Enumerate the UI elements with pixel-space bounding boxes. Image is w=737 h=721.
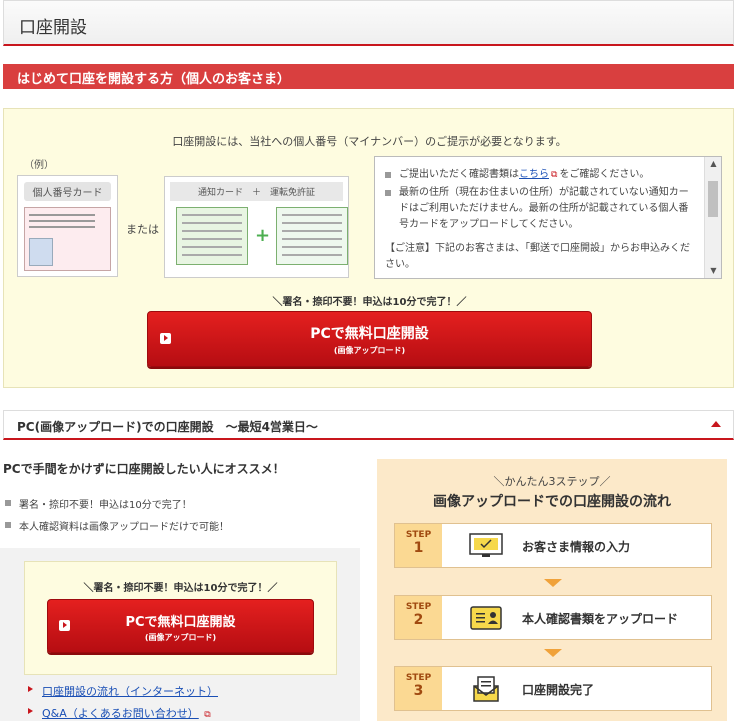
- step-badge: STEP 1: [395, 524, 442, 567]
- feature-list: 署名・捺印不要！申込は10分で完了！ 本人確認資料は画像アップロードだけで可能！: [5, 496, 229, 540]
- steps-panel: ＼かんたん3ステップ／ 画像アップロードでの口座開設の流れ STEP 1 お客さま…: [377, 459, 727, 721]
- popup-window-icon: ⧉: [204, 710, 211, 720]
- related-links: 口座開設の流れ（インターネット） Q&A（よくあるお問い合わせ） ⧉: [28, 683, 218, 721]
- square-bullet-icon: [5, 500, 11, 506]
- card2-title: 通知カード ＋ 運転免許証: [170, 182, 343, 201]
- plus-icon: +: [255, 225, 271, 246]
- or-text: または: [126, 223, 159, 236]
- cta-inner: ＼署名・捺印不要！申込は10分で完了！／ PCで無料口座開設 (画像アップロード…: [24, 561, 337, 675]
- info-scrollbar[interactable]: ▲ ▼: [704, 157, 721, 278]
- arrow-right-icon: [28, 686, 33, 692]
- documents-link[interactable]: こちら: [519, 169, 549, 180]
- steps-title: 画像アップロードでの口座開設の流れ: [433, 494, 671, 510]
- mynumber-card-image: 個人番号カード: [17, 175, 118, 277]
- page-title: 口座開設: [3, 0, 734, 46]
- scroll-down-icon[interactable]: ▼: [705, 264, 721, 278]
- list-item: 口座開設の流れ（インターネット）: [28, 683, 218, 699]
- pc-account-open-button[interactable]: PCで無料口座開設 (画像アップロード): [147, 311, 592, 367]
- step-arrow-icon: [544, 649, 562, 657]
- recommend-text: PCで手間をかけずに口座開設したい人にオススメ！: [3, 462, 285, 476]
- steps-tag: ＼かんたん3ステップ／: [493, 475, 611, 488]
- step-badge: STEP 2: [395, 596, 442, 639]
- square-bullet-icon: [5, 522, 11, 528]
- play-icon: [59, 620, 70, 631]
- cta-tagline: ＼署名・捺印不要！申込は10分で完了！／: [272, 297, 467, 308]
- flow-link[interactable]: 口座開設の流れ（インターネット）: [42, 685, 218, 698]
- section-heading: はじめて口座を開設する方（個人のお客さま）: [3, 64, 734, 89]
- list-item: 本人確認資料は画像アップロードだけで可能！: [5, 518, 229, 533]
- step-arrow-icon: [544, 579, 562, 587]
- step-2: STEP 2 本人確認書類をアップロード: [394, 595, 712, 640]
- envelope-document-icon: [473, 676, 499, 702]
- step-3: STEP 3 口座開設完了: [394, 666, 712, 711]
- id-card-icon: [470, 606, 502, 630]
- portrait-icon: [29, 238, 53, 266]
- notice-card-license-image: 通知カード ＋ 運転免許証 +: [164, 176, 349, 278]
- monitor-check-icon: [469, 533, 503, 557]
- intro-panel: 口座開設には、当社への個人番号（マイナンバー）のご提示が必要となります。 （例）…: [3, 108, 734, 388]
- square-bullet-icon: [385, 172, 391, 178]
- document-info-box[interactable]: ご提出いただく確認書類はこちら ⧉ をご確認ください。 最新の住所（現在お住まいの住…: [374, 156, 722, 279]
- scroll-thumb[interactable]: [708, 181, 718, 217]
- driver-license-illustration: [276, 207, 348, 265]
- cta-tagline: ＼署名・捺印不要！申込は10分で完了！／: [83, 583, 278, 594]
- play-icon: [160, 333, 171, 344]
- info-item-address: 最新の住所（現在お住まいの住所）が記載されていない通知カードはご利用いただけませ…: [385, 185, 695, 233]
- card1-title: 個人番号カード: [24, 182, 111, 201]
- scroll-up-icon[interactable]: ▲: [705, 157, 721, 171]
- notice-card-illustration: [176, 207, 248, 265]
- mynumber-notice: 口座開設には、当社への個人番号（マイナンバー）のご提示が必要となります。: [172, 135, 567, 148]
- collapse-triangle-icon[interactable]: [711, 421, 721, 427]
- list-item: Q&A（よくあるお問い合わせ） ⧉: [28, 705, 218, 721]
- info-item-documents: ご提出いただく確認書類はこちら ⧉ をご確認ください。: [385, 167, 695, 183]
- pc-account-open-button-secondary[interactable]: PCで無料口座開設 (画像アップロード): [47, 599, 314, 653]
- info-caution: 【ご注意】下記のお客さまは、「郵送で口座開設」からお申込みください。: [385, 243, 690, 270]
- card1-illustration: [24, 207, 111, 271]
- example-label: （例）: [24, 160, 54, 171]
- square-bullet-icon: [385, 190, 391, 196]
- step-badge: STEP 3: [395, 667, 442, 710]
- list-item: 署名・捺印不要！申込は10分で完了！: [5, 496, 229, 511]
- cta-panel: ＼署名・捺印不要！申込は10分で完了！／ PCで無料口座開設 (画像アップロード…: [0, 548, 360, 721]
- pc-section-heading[interactable]: PC(画像アップロード)での口座開設 ～最短4営業日～: [3, 410, 734, 440]
- arrow-right-icon: [28, 708, 33, 714]
- faq-link[interactable]: Q&A（よくあるお問い合わせ）: [42, 707, 199, 720]
- step-1: STEP 1 お客さま情報の入力: [394, 523, 712, 568]
- popup-window-icon: ⧉: [551, 170, 558, 180]
